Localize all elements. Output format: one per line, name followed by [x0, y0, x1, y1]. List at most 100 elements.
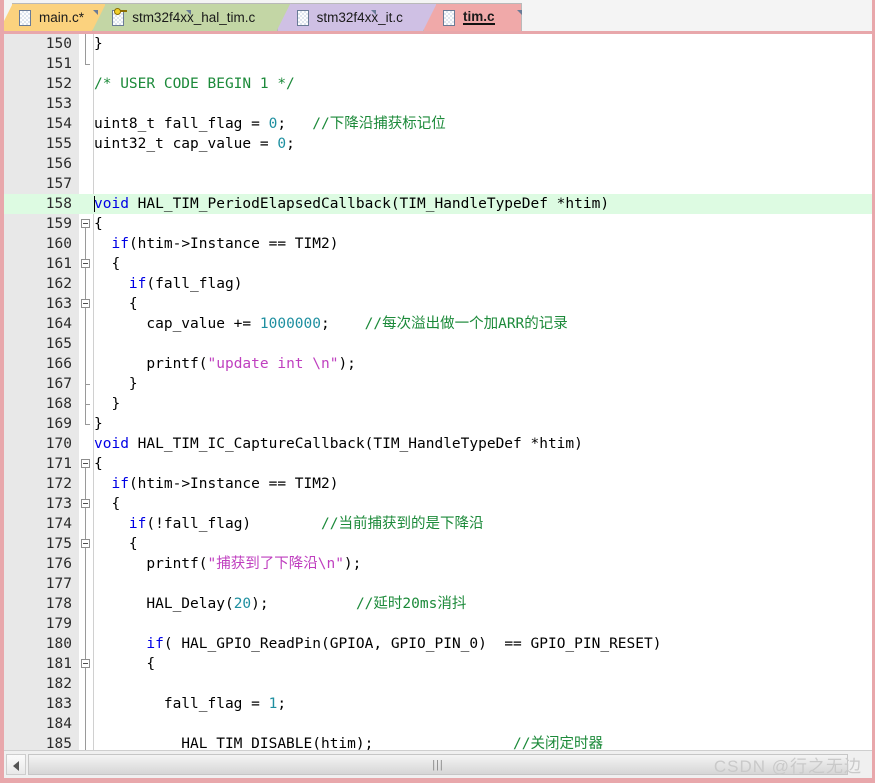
- line-number: 177: [45, 576, 72, 592]
- code-line[interactable]: 185 __HAL_TIM_DISABLE(htim); //关闭定时器: [4, 734, 872, 750]
- token-kw: if: [128, 516, 147, 532]
- code-line[interactable]: 151: [4, 54, 872, 74]
- line-number: 175: [45, 536, 72, 552]
- editor-tab-4[interactable]: tim.c: [423, 3, 522, 31]
- fold-guide-line: [79, 514, 94, 534]
- code-line[interactable]: 167 }: [4, 374, 872, 394]
- code-line[interactable]: 178 HAL_Delay(20); //延时20ms消抖: [4, 594, 872, 614]
- editor-tab-bar: main.c* stm32f4xx_hal_tim.c stm32f4xx_it.c…: [4, 0, 872, 34]
- code-line[interactable]: 177: [4, 574, 872, 594]
- code-line[interactable]: 180 if( HAL_GPIO_ReadPin(GPIOA, GPIO_PIN…: [4, 634, 872, 654]
- scrollbar-thumb[interactable]: |||: [28, 754, 848, 775]
- line-number: 165: [45, 336, 72, 352]
- line-number: 172: [45, 476, 72, 492]
- code-text: printf("捕获到了下降沿\n");: [94, 554, 361, 574]
- fold-guide-line: [79, 394, 94, 414]
- code-text: if(!fall_flag) //当前捕获到的是下降沿: [94, 514, 484, 534]
- editor-tab-3[interactable]: stm32f4xx_it.c: [276, 3, 440, 31]
- code-text: {: [94, 654, 155, 674]
- line-number: 162: [45, 276, 72, 292]
- code-line[interactable]: 161 {: [4, 254, 872, 274]
- code-line[interactable]: 153: [4, 94, 872, 114]
- fold-guide-line: [79, 734, 94, 750]
- code-line[interactable]: 183 fall_flag = 1;: [4, 694, 872, 714]
- token-pln: {: [94, 256, 121, 272]
- code-line[interactable]: 154 uint8_t fall_flag = 0; //下降沿捕获标记位: [4, 114, 872, 134]
- editor-window: main.c* stm32f4xx_hal_tim.c stm32f4xx_it.c…: [0, 0, 875, 783]
- scroll-left-arrow-icon[interactable]: [6, 754, 26, 775]
- fold-margin-blank: [79, 154, 94, 174]
- code-line[interactable]: 179: [4, 614, 872, 634]
- code-line[interactable]: 175 {: [4, 534, 872, 554]
- code-line[interactable]: 184: [4, 714, 872, 734]
- code-text: uint32_t cap_value = 0;: [94, 134, 295, 154]
- line-number: 158: [45, 196, 72, 212]
- code-line[interactable]: 170 void HAL_TIM_IC_CaptureCallback(TIM_H…: [4, 434, 872, 454]
- token-cmt: //当前捕获到的是下降沿: [321, 516, 484, 532]
- code-line[interactable]: 164 cap_value += 1000000; //每次溢出做一个加ARR的…: [4, 314, 872, 334]
- fold-end-marker: [79, 54, 94, 74]
- fold-toggle-icon[interactable]: [79, 454, 94, 474]
- code-line[interactable]: 168 }: [4, 394, 872, 414]
- code-line[interactable]: 160 if(htim->Instance == TIM2): [4, 234, 872, 254]
- line-number: 184: [45, 716, 72, 732]
- code-line[interactable]: 162 if(fall_flag): [4, 274, 872, 294]
- fold-toggle-icon[interactable]: [79, 254, 94, 274]
- code-line[interactable]: 157: [4, 174, 872, 194]
- code-line[interactable]: 163 {: [4, 294, 872, 314]
- line-number: 160: [45, 236, 72, 252]
- line-number: 168: [45, 396, 72, 412]
- tab-label: stm32f4xx_hal_tim.c: [132, 9, 256, 25]
- token-pln: {: [94, 296, 138, 312]
- horizontal-scrollbar[interactable]: |||: [4, 750, 872, 778]
- code-editor[interactable]: 150} 151 152 /* USER CODE BEGIN 1 */ 153 154 u…: [4, 34, 872, 750]
- tab-label: tim.c: [463, 8, 495, 26]
- file-icon: [296, 9, 376, 27]
- line-number: 185: [45, 736, 72, 750]
- code-line[interactable]: 156: [4, 154, 872, 174]
- fold-margin-blank: [79, 74, 94, 94]
- code-line[interactable]: 176 printf("捕获到了下降沿\n");: [4, 554, 872, 574]
- token-pln: [94, 516, 129, 532]
- code-line[interactable]: 159 {: [4, 214, 872, 234]
- fold-toggle-icon[interactable]: [79, 494, 94, 514]
- code-lines[interactable]: 150} 151 152 /* USER CODE BEGIN 1 */ 153 154 u…: [4, 34, 872, 750]
- code-text: printf("update int \n");: [94, 354, 356, 374]
- token-str: "update int \n": [207, 356, 339, 372]
- fold-toggle-icon[interactable]: [79, 214, 94, 234]
- line-number: 170: [45, 436, 72, 452]
- code-line[interactable]: 152 /* USER CODE BEGIN 1 */: [4, 74, 872, 94]
- code-line[interactable]: 171 {: [4, 454, 872, 474]
- token-pln: [373, 736, 513, 750]
- token-kw: if: [128, 276, 147, 292]
- fold-toggle-icon[interactable]: [79, 294, 94, 314]
- fold-toggle-icon[interactable]: [79, 654, 94, 674]
- token-pln: (htim->Instance == TIM2): [128, 476, 339, 492]
- token-pln: }: [94, 396, 121, 412]
- code-line[interactable]: 181 {: [4, 654, 872, 674]
- code-line[interactable]: 174 if(!fall_flag) //当前捕获到的是下降沿: [4, 514, 872, 534]
- code-line[interactable]: 172 if(htim->Instance == TIM2): [4, 474, 872, 494]
- code-line[interactable]: 169}: [4, 414, 872, 434]
- code-line[interactable]: 155 uint32_t cap_value = 0;: [4, 134, 872, 154]
- tab-label: stm32f4xx_it.c: [316, 9, 403, 25]
- code-line[interactable]: 158 void HAL_TIM_PeriodElapsedCallback(TI…: [4, 194, 872, 214]
- code-line[interactable]: 165: [4, 334, 872, 354]
- code-line[interactable]: 182: [4, 674, 872, 694]
- code-text: void HAL_TIM_PeriodElapsedCallback(TIM_H…: [94, 194, 609, 214]
- code-line[interactable]: 166 printf("update int \n");: [4, 354, 872, 374]
- editor-tab-2[interactable]: stm32f4xx_hal_tim.c: [92, 3, 294, 31]
- code-line[interactable]: 173 {: [4, 494, 872, 514]
- token-cmt: //下降沿捕获标记位: [312, 116, 446, 132]
- code-text: if( HAL_GPIO_ReadPin(GPIOA, GPIO_PIN_0) …: [94, 634, 661, 654]
- code-text: {: [94, 294, 138, 314]
- token-kw: void: [94, 436, 129, 452]
- line-number: 180: [45, 636, 72, 652]
- code-line[interactable]: 150}: [4, 34, 872, 54]
- token-cmt: //延时20ms消抖: [355, 596, 467, 612]
- token-pln: {: [94, 656, 156, 672]
- fold-toggle-icon[interactable]: [79, 534, 94, 554]
- token-pln: ;: [277, 116, 313, 132]
- token-pln: [251, 516, 321, 532]
- code-text: uint8_t fall_flag = 0; //下降沿捕获标记位: [94, 114, 446, 134]
